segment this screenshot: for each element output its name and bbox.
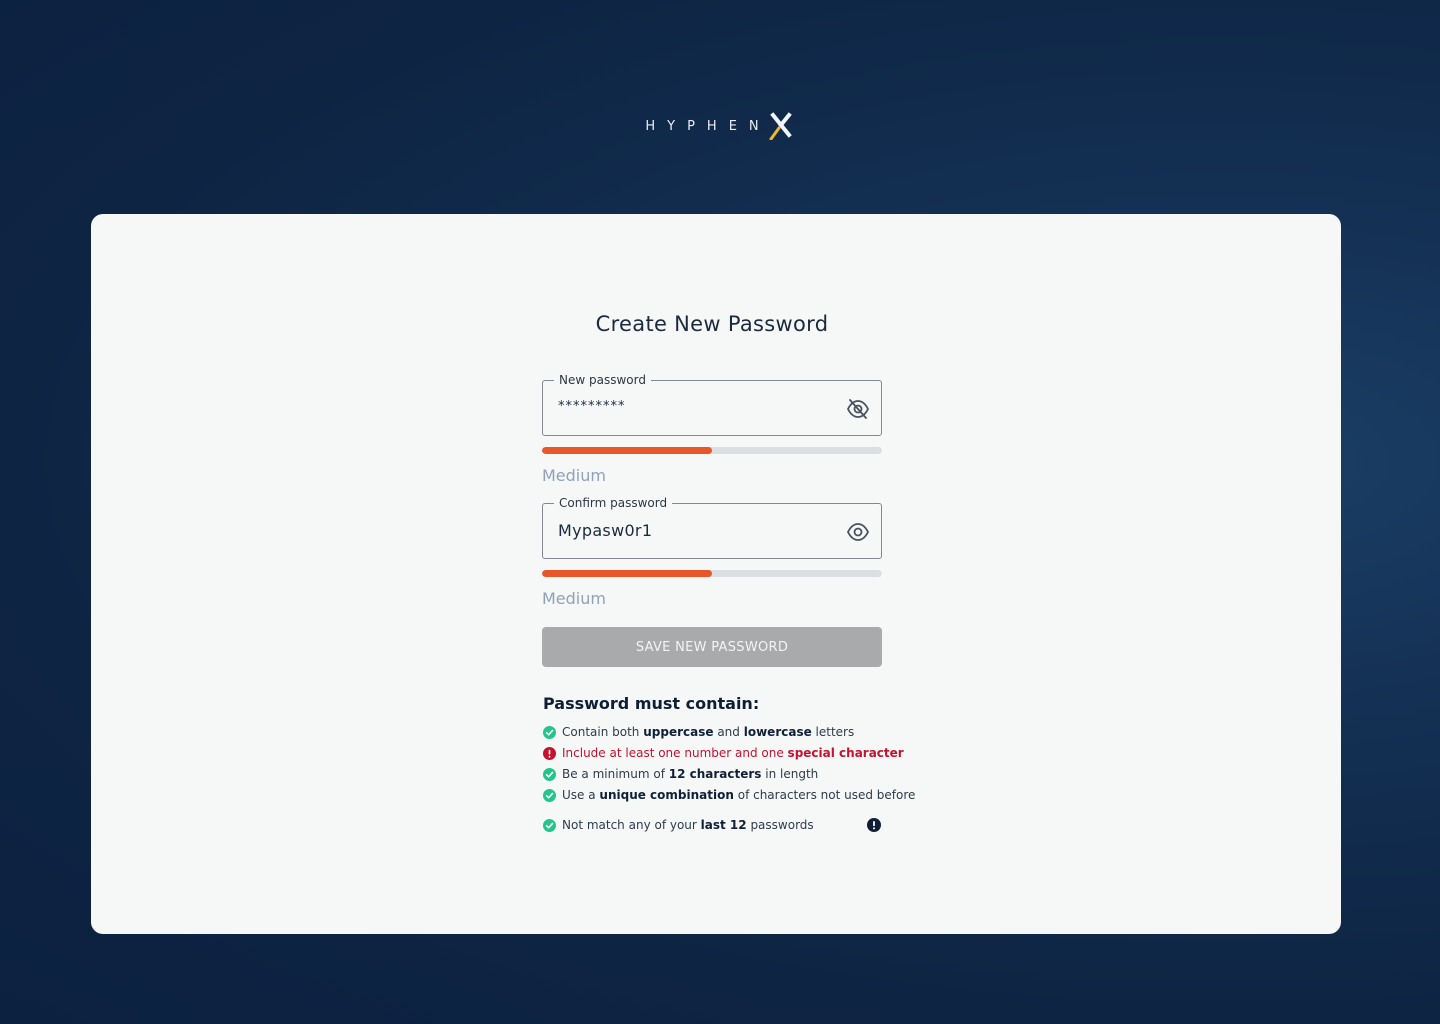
confirm-password-strength-label: Medium <box>542 589 606 608</box>
confirm-password-strength-fill <box>542 570 712 577</box>
check-circle-icon <box>543 767 556 781</box>
requirement-item: Not match any of your last 12 passwords <box>543 818 883 832</box>
requirement-text-part: of characters not used before <box>733 788 916 802</box>
page-title: Create New Password <box>595 312 829 336</box>
requirement-text-part: letters <box>811 725 855 739</box>
requirement-text: Not match any of your last 12 passwords <box>562 818 814 832</box>
check-circle-icon <box>543 788 556 802</box>
eye-off-icon[interactable] <box>846 398 870 420</box>
new-password-value: ********* <box>558 399 626 414</box>
requirement-text-part: in length <box>761 767 819 781</box>
confirm-password-label: Confirm password <box>554 495 673 511</box>
requirement-text-part: Contain both <box>562 725 644 739</box>
requirement-emphasis: uppercase <box>643 725 714 739</box>
confirm-password-strength-bar <box>542 570 882 577</box>
eye-icon[interactable] <box>846 521 870 543</box>
requirement-item: Use a unique combination of characters n… <box>543 788 915 802</box>
new-password-strength-label: Medium <box>542 466 606 485</box>
confirm-password-value: Mypasw0r1 <box>558 521 653 540</box>
check-circle-icon <box>543 818 556 832</box>
requirement-text-part: and <box>713 725 744 739</box>
new-password-field[interactable]: New password ********* <box>542 372 882 436</box>
requirement-emphasis: lowercase <box>743 725 812 739</box>
logo: HYPHEN <box>0 112 1440 140</box>
requirement-item: Contain both uppercase and lowercase let… <box>543 725 883 739</box>
requirement-text-part: passwords <box>746 818 814 832</box>
save-new-password-button[interactable]: SAVE NEW PASSWORD <box>542 627 882 667</box>
requirement-text: Include at least one number and one spec… <box>562 746 904 760</box>
check-circle-icon <box>543 725 556 739</box>
requirement-text: Be a minimum of 12 characters in length <box>562 767 818 781</box>
error-circle-icon <box>543 746 556 760</box>
requirement-item: Include at least one number and one spec… <box>543 746 904 760</box>
confirm-password-field[interactable]: Confirm password Mypasw0r1 <box>542 495 882 559</box>
requirement-emphasis: 12 characters <box>668 767 762 781</box>
requirement-emphasis: last 12 <box>700 818 747 832</box>
new-password-label: New password <box>554 372 651 388</box>
requirement-text: Contain both uppercase and lowercase let… <box>562 725 854 739</box>
requirements-heading: Password must contain: <box>543 694 760 713</box>
requirement-text-part: Be a minimum of <box>562 767 669 781</box>
requirement-text: Use a unique combination of characters n… <box>562 788 915 802</box>
requirement-emphasis: unique combination <box>599 788 734 802</box>
requirement-text-part: Include at least one number and one <box>562 746 788 760</box>
requirement-text-part: Use a <box>562 788 600 802</box>
requirement-item: Be a minimum of 12 characters in length <box>543 767 883 781</box>
logo-wordmark: HYPHEN <box>645 118 771 134</box>
new-password-strength-bar <box>542 447 882 454</box>
requirement-emphasis: special character <box>787 746 904 760</box>
password-card: Create New Password New password *******… <box>91 214 1341 934</box>
logo-x-mark <box>769 112 792 140</box>
requirement-text-part: Not match any of your <box>562 818 701 832</box>
new-password-strength-fill <box>542 447 712 454</box>
info-icon[interactable] <box>867 818 881 832</box>
